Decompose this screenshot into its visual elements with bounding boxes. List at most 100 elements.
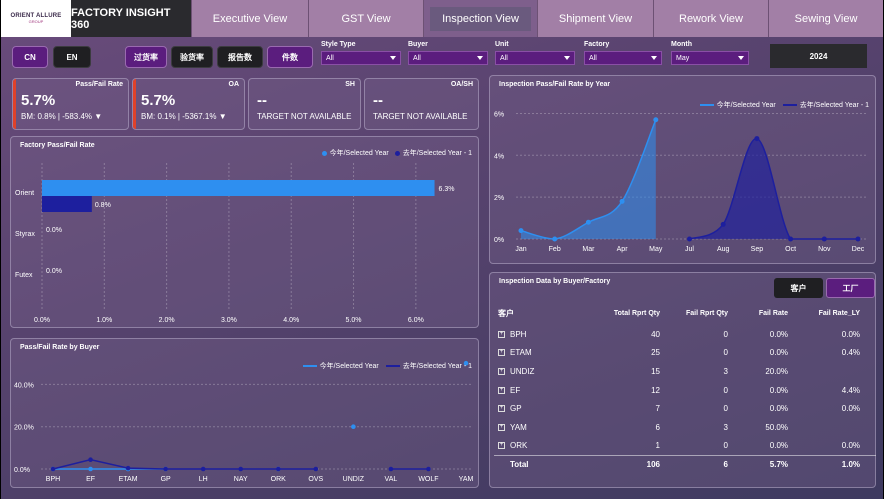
tab-label: Shipment View [558, 12, 633, 25]
table-row[interactable]: + GP 7 0 0.0% 0.0% [494, 399, 876, 418]
x-tick-label: Aug [717, 246, 730, 253]
company-logo: ORIENT ALLURE GROUP [1, 0, 71, 37]
down-arrow-icon: ▼ [218, 112, 227, 121]
bar-last-year [42, 196, 92, 212]
expand-plus-icon[interactable]: + [498, 423, 505, 431]
tab-gst-view[interactable]: GST View [308, 0, 423, 37]
metric-inspection-rate-button[interactable]: 验货率 [171, 46, 213, 68]
metric-pass-rate-button[interactable]: 过货率 [125, 46, 167, 68]
dashboard: ORIENT ALLURE GROUP FACTORY INSIGHT 360 … [1, 0, 883, 499]
table-cell: 4.4% [841, 385, 860, 395]
x-tick-label: VAL [385, 476, 398, 483]
kpi-value: -- [257, 92, 267, 109]
chevron-down-icon [564, 56, 570, 60]
logo-subtext: GROUP [28, 19, 44, 24]
tab-rework-view[interactable]: Rework View [653, 0, 768, 37]
metric-pieces-button[interactable]: 件数 [267, 46, 313, 68]
table-cell-buyer: + UNDIZ [494, 367, 588, 376]
tab-label: Executive View [212, 12, 288, 25]
table-cell: 6 [723, 460, 728, 470]
x-tick-label: OVS [308, 476, 323, 483]
unit-dropdown[interactable]: All [495, 51, 575, 65]
table-row[interactable]: + YAM 6 3 50.0% [494, 418, 876, 437]
total-label: Total [510, 460, 529, 470]
table-cell: 0.0% [769, 441, 788, 451]
expand-plus-icon[interactable]: + [498, 330, 505, 338]
lang-en-button[interactable]: EN [53, 46, 91, 68]
kpi-value: -- [373, 92, 383, 109]
data-point [585, 219, 591, 225]
top-navigation: ORIENT ALLURE GROUP FACTORY INSIGHT 360 … [1, 0, 883, 37]
table-cell: 0 [723, 385, 728, 395]
metric-report-count-button[interactable]: 报告数 [217, 46, 263, 68]
data-point [351, 424, 356, 429]
factory-dropdown[interactable]: All [584, 51, 662, 65]
slicer-label: Style Type [321, 41, 356, 48]
expand-plus-icon[interactable]: + [498, 367, 505, 375]
kpi-title: SH [345, 81, 355, 88]
column-header[interactable]: Fail Rprt Qty [660, 310, 728, 317]
y-tick-label: 40.0% [14, 382, 34, 389]
table-cell: 50.0% [765, 422, 788, 432]
x-tick-label: GP [161, 476, 171, 483]
expand-plus-icon[interactable]: + [498, 442, 505, 450]
bar-data-label: 0.8% [95, 202, 111, 209]
table-cell: 0.0% [769, 329, 788, 339]
toggle-buyer-button[interactable]: 客户 [774, 278, 823, 298]
toggle-factory-button[interactable]: 工厂 [826, 278, 875, 298]
x-tick-label: YAM [459, 476, 474, 483]
data-point [619, 198, 625, 204]
table-cell-buyer: + YAM [494, 423, 588, 432]
table-row[interactable]: + ETAM 25 0 0.0% 0.4% [494, 344, 876, 363]
table-cell: 15 [651, 366, 660, 376]
dropdown-value: All [500, 54, 508, 62]
table-total-row: Total 106 6 5.7% 1.0% [494, 455, 876, 474]
chevron-down-icon [738, 56, 744, 60]
slicer-label: Buyer [408, 41, 428, 48]
x-tick-label: ETAM [119, 476, 138, 483]
table-row[interactable]: + EF 12 0 0.0% 4.4% [494, 381, 876, 400]
buyer-dropdown[interactable]: All [408, 51, 488, 65]
year-display[interactable]: 2024 [770, 44, 867, 68]
x-tick-label: 6.0% [408, 317, 424, 324]
expand-plus-icon[interactable]: + [498, 386, 505, 394]
unit-slicer: Unit All [495, 41, 575, 65]
kpi-pass-fail-rate: Pass/Fail Rate 5.7% BM: 0.8% | -583.4% ▼ [12, 78, 129, 130]
tab-label: Inspection View [430, 6, 531, 31]
buyer-name: UNDIZ [510, 366, 535, 376]
table-row[interactable]: + ORK 1 0 0.0% 0.0% [494, 437, 876, 456]
column-header[interactable]: Fail Rate [728, 310, 788, 317]
expand-plus-icon[interactable]: + [498, 405, 505, 413]
table-cell: 7 [655, 404, 660, 414]
x-tick-label: 5.0% [346, 317, 362, 324]
month-dropdown[interactable]: May [671, 51, 749, 65]
tab-shipment-view[interactable]: Shipment View [537, 0, 653, 37]
column-header[interactable]: 客户 [494, 308, 588, 319]
table-row[interactable]: + UNDIZ 15 3 20.0% [494, 362, 876, 381]
column-header[interactable]: Total Rprt Qty [588, 310, 660, 317]
table-cell: 3 [723, 366, 728, 376]
tab-sewing-view[interactable]: Sewing View [768, 0, 883, 37]
tab-inspection-view[interactable]: Inspection View [423, 0, 537, 37]
category-label: Futex [15, 272, 33, 279]
dropdown-value: All [589, 54, 597, 62]
buyer-name: ETAM [510, 348, 532, 358]
lang-cn-button[interactable]: CN [12, 46, 48, 68]
tab-executive-view[interactable]: Executive View [191, 0, 308, 37]
filter-bar: CN EN 过货率 验货率 报告数 件数 Style Type All Buye… [1, 37, 883, 75]
tab-label: Rework View [679, 12, 743, 25]
table-row[interactable]: + BPH 40 0 0.0% 0.0% [494, 325, 876, 344]
table-cell: 106 [646, 460, 660, 470]
buyer-line-svg: 0.0% 20.0% 40.0% BPH EF ETAM GP LH NAY ORK OVS UNDI… [14, 360, 474, 483]
kpi-value: 5.7% [141, 92, 176, 109]
expand-plus-icon[interactable]: + [498, 349, 505, 357]
table-cell: 5.7% [769, 460, 788, 470]
tab-label: GST View [341, 12, 391, 25]
column-header[interactable]: Fail Rate_LY [788, 310, 860, 317]
table-cell: 3 [723, 422, 728, 432]
style-type-dropdown[interactable]: All [321, 51, 401, 65]
table-cell: 0.0% [769, 404, 788, 414]
app-title: FACTORY INSIGHT 360 [71, 0, 191, 37]
y-tick-label: 2% [494, 195, 504, 202]
slicer-label: Month [671, 41, 692, 48]
